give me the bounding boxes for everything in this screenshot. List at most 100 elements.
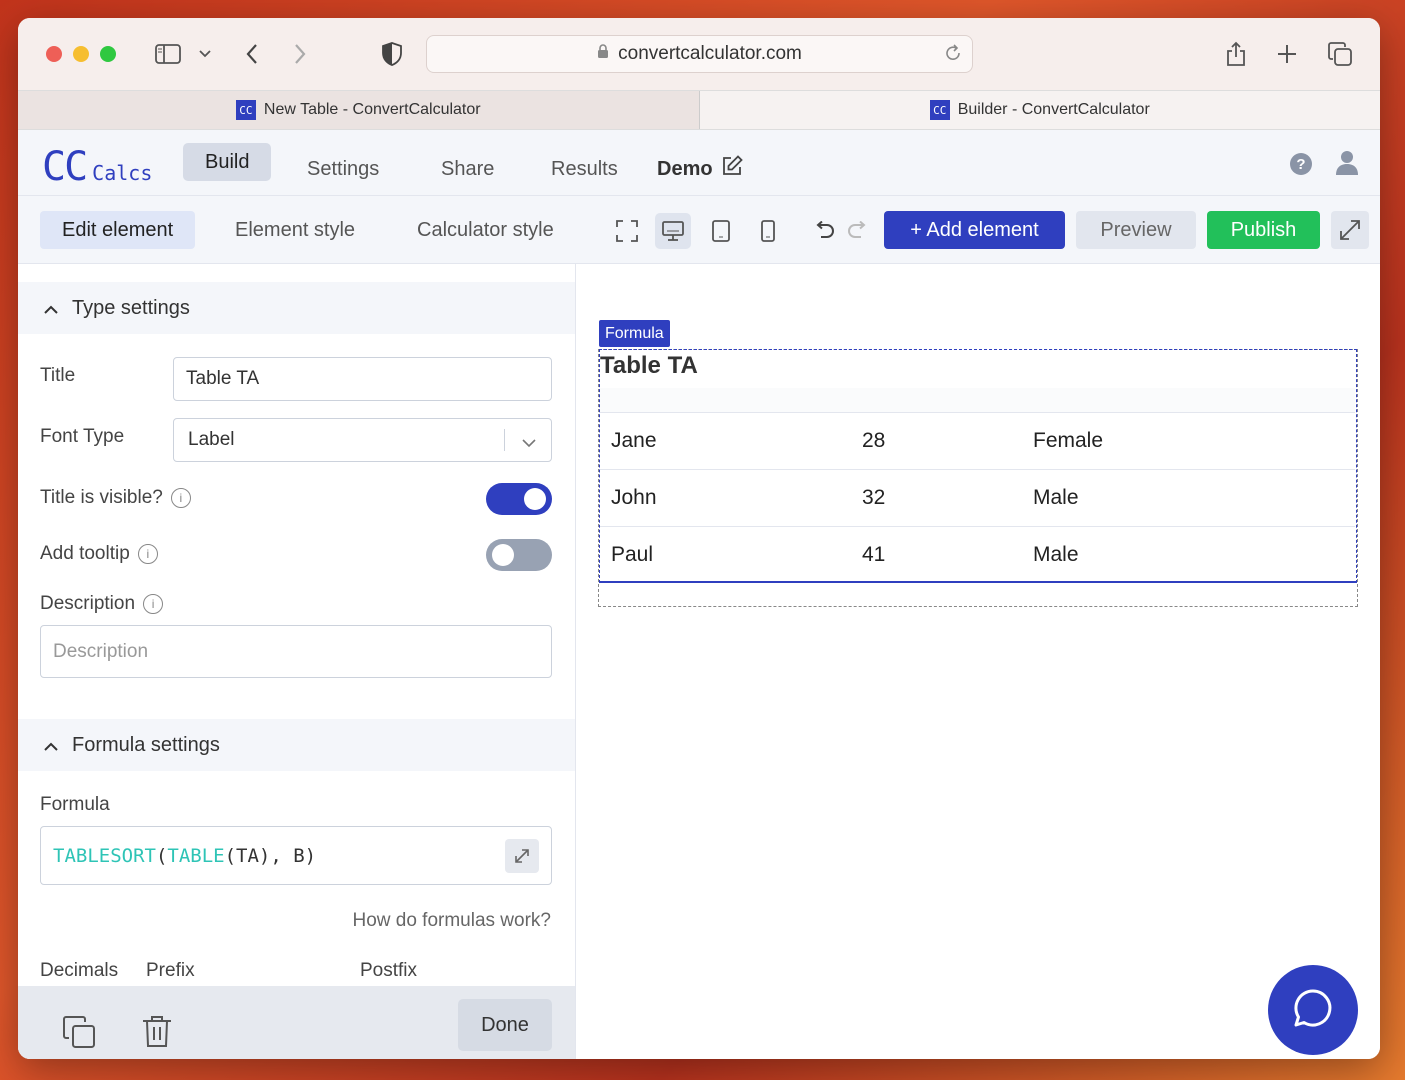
- logo-calcs: Calcs: [92, 161, 153, 185]
- fullscreen-icon[interactable]: [609, 213, 645, 249]
- font-type-value: Label: [188, 429, 235, 450]
- tooltip-row: Add tooltip i: [40, 543, 158, 565]
- chat-bubble-icon: [1293, 988, 1333, 1033]
- share-icon[interactable]: [1222, 40, 1250, 68]
- browser-window: convertcalculator.com CC New Table - Con…: [18, 18, 1380, 1059]
- formula-fn-tablesort: TABLESORT: [53, 844, 156, 867]
- table-cell: John: [611, 486, 657, 509]
- formula-help-link[interactable]: How do formulas work?: [352, 910, 551, 932]
- redo-icon[interactable]: [840, 213, 876, 249]
- duplicate-icon[interactable]: [62, 1015, 96, 1054]
- browser-tab-strip: CC New Table - ConvertCalculator CC Buil…: [18, 90, 1380, 130]
- table-cell: Female: [1033, 429, 1104, 452]
- nav-results[interactable]: Results: [551, 150, 618, 188]
- info-icon[interactable]: i: [137, 544, 158, 564]
- table-cell: Male: [1033, 486, 1079, 509]
- close-window-button[interactable]: [46, 46, 62, 62]
- table-row: Paul 41 Male: [600, 526, 1355, 583]
- formula-args: (TA), B): [224, 844, 317, 867]
- publish-button[interactable]: Publish: [1207, 211, 1320, 249]
- table-element[interactable]: Table TA Jane 28 Female John 32 Male Pau…: [599, 349, 1357, 583]
- expand-editor-icon[interactable]: [505, 839, 539, 873]
- browser-toolbar: convertcalculator.com: [18, 18, 1380, 90]
- title-visible-label: Title is visible?: [40, 487, 163, 508]
- forward-icon[interactable]: [286, 40, 314, 68]
- trash-icon[interactable]: [142, 1014, 172, 1053]
- nav-share[interactable]: Share: [441, 150, 494, 188]
- preview-button[interactable]: Preview: [1076, 211, 1196, 249]
- element-settings-panel: Type settings Title Table TA Font Type L…: [18, 264, 576, 1059]
- new-tab-icon[interactable]: [1273, 40, 1301, 68]
- calculator-canvas: Formula Table TA Jane 28 Female John 32 …: [577, 264, 1380, 1059]
- info-icon[interactable]: i: [170, 488, 191, 508]
- table-cell: 41: [862, 543, 886, 566]
- info-icon[interactable]: i: [143, 594, 164, 614]
- panel-footer: Done: [18, 986, 575, 1059]
- title-label: Title: [40, 365, 76, 386]
- font-type-select[interactable]: Label: [173, 418, 552, 462]
- sidebar-toggle-icon[interactable]: [154, 40, 182, 68]
- select-divider: [504, 429, 505, 451]
- logo-cc: CC: [42, 144, 88, 190]
- tab-edit-element[interactable]: Edit element: [40, 211, 196, 249]
- add-element-button[interactable]: + Add element: [884, 211, 1065, 249]
- tablet-view-icon[interactable]: [703, 213, 739, 249]
- title-visible-toggle[interactable]: [486, 483, 552, 515]
- nav-build[interactable]: Build: [183, 143, 272, 181]
- editor-toolbar: Edit element Element style Calculator st…: [18, 196, 1380, 264]
- desktop-view-icon[interactable]: [655, 213, 691, 249]
- type-settings-header[interactable]: Type settings: [18, 282, 575, 334]
- expand-icon[interactable]: [1331, 211, 1369, 249]
- window-controls: [46, 46, 116, 62]
- chevron-up-icon: [44, 297, 58, 320]
- project-name-label: Demo: [657, 157, 713, 180]
- tab-element-style[interactable]: Element style: [213, 211, 377, 249]
- tab-title: New Table - ConvertCalculator: [263, 101, 481, 118]
- nav-settings[interactable]: Settings: [307, 150, 379, 188]
- address-bar[interactable]: convertcalculator.com: [426, 35, 973, 73]
- formula-fn-table: TABLE: [167, 844, 225, 867]
- table-title: Table TA: [600, 352, 698, 379]
- chevron-down-icon[interactable]: [191, 40, 219, 68]
- title-input[interactable]: Table TA: [173, 357, 552, 401]
- user-avatar-icon[interactable]: [1335, 150, 1359, 181]
- chevron-up-icon: [44, 734, 58, 757]
- table-cell: 28: [862, 429, 886, 452]
- shield-icon[interactable]: [378, 40, 406, 68]
- browser-tab-new-table[interactable]: CC New Table - ConvertCalculator: [18, 91, 700, 129]
- description-input[interactable]: Description: [40, 625, 552, 678]
- section-title: Formula settings: [72, 733, 220, 756]
- reload-icon[interactable]: [944, 44, 962, 68]
- convertcalculator-logo[interactable]: CC Calcs: [42, 144, 152, 190]
- back-icon[interactable]: [238, 40, 266, 68]
- chat-button[interactable]: [1268, 965, 1358, 1055]
- done-button[interactable]: Done: [458, 999, 552, 1051]
- description-label: Description: [40, 593, 136, 614]
- element-type-badge: Formula: [599, 320, 670, 347]
- formula-label: Formula: [40, 794, 110, 815]
- minimize-window-button[interactable]: [73, 46, 89, 62]
- cc-favicon-icon: CC: [929, 100, 950, 120]
- table-cell: Male: [1033, 543, 1079, 566]
- tooltip-label: Add tooltip: [40, 543, 130, 564]
- section-title: Type settings: [72, 296, 190, 319]
- tab-overview-icon[interactable]: [1326, 40, 1354, 68]
- tab-title: Builder - ConvertCalculator: [957, 101, 1150, 118]
- mobile-view-icon[interactable]: [750, 213, 786, 249]
- tab-calculator-style[interactable]: Calculator style: [395, 211, 576, 249]
- project-name[interactable]: Demo: [657, 150, 743, 188]
- formula-settings-header[interactable]: Formula settings: [18, 719, 575, 771]
- undo-icon[interactable]: [806, 213, 842, 249]
- formula-input[interactable]: TABLESORT(TABLE (TA), B): [40, 826, 552, 885]
- help-icon[interactable]: ?: [1289, 152, 1313, 181]
- postfix-label: Postfix: [360, 960, 418, 981]
- title-visible-row: Title is visible? i: [40, 487, 191, 509]
- tooltip-toggle[interactable]: [486, 539, 552, 571]
- lock-icon: [597, 43, 609, 65]
- prefix-label: Prefix: [146, 960, 195, 981]
- svg-text:?: ?: [1296, 156, 1305, 173]
- description-row: Description i: [40, 593, 164, 615]
- zoom-window-button[interactable]: [100, 46, 116, 62]
- browser-tab-builder[interactable]: CC Builder - ConvertCalculator: [699, 91, 1380, 129]
- edit-icon: [721, 155, 743, 183]
